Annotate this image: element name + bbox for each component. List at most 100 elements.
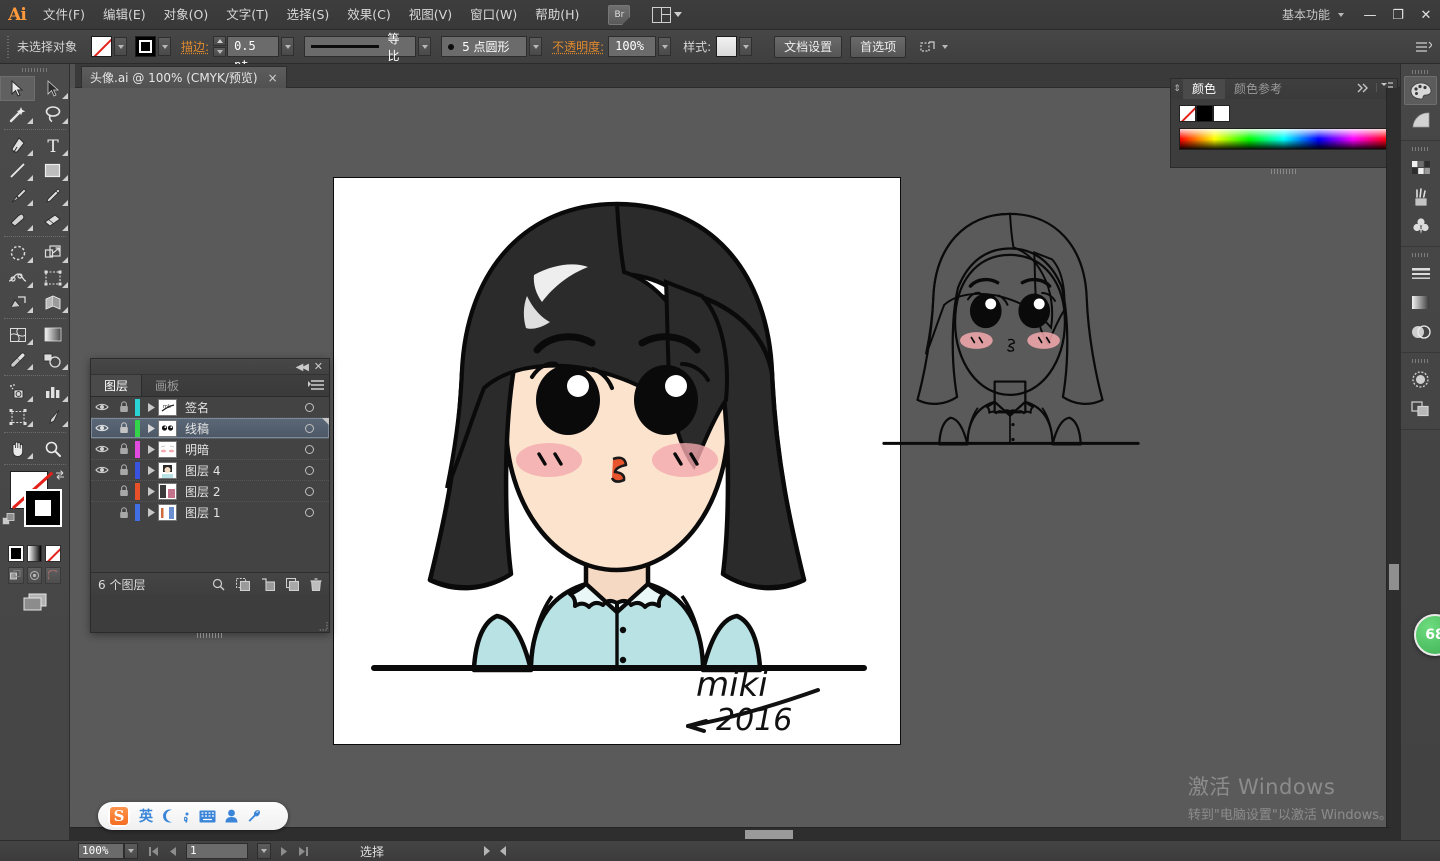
line-segment-tool[interactable] — [0, 158, 35, 183]
canvas-vertical-scrollbar[interactable] — [1386, 88, 1400, 840]
layer-lock-toggle[interactable] — [113, 443, 135, 455]
gradient-tool[interactable] — [35, 322, 70, 347]
black-swatch[interactable] — [1196, 105, 1213, 122]
user-icon[interactable] — [225, 809, 238, 823]
graphic-styles-panel-icon[interactable] — [1401, 394, 1440, 423]
swatches-panel-icon[interactable] — [1401, 153, 1440, 182]
menu-object[interactable]: 对象(O) — [155, 0, 218, 30]
type-tool[interactable]: T — [35, 133, 70, 158]
color-panel-icon[interactable] — [1404, 76, 1437, 105]
control-bar-grip[interactable] — [6, 35, 11, 58]
pencil-tool[interactable] — [35, 183, 70, 208]
layer-row-1[interactable]: 图层 1 — [91, 502, 329, 523]
status-expand-icon[interactable] — [484, 846, 490, 856]
menu-help[interactable]: 帮助(H) — [526, 0, 588, 30]
arrange-documents-button[interactable] — [652, 6, 683, 23]
ime-mode-label[interactable]: 英 — [139, 806, 153, 826]
fill-swatch[interactable] — [91, 36, 113, 57]
stroke-weight-dropdown-button[interactable] — [281, 37, 295, 56]
document-setup-button[interactable]: 文档设置 — [774, 35, 843, 58]
layer-name[interactable]: 图层 4 — [185, 462, 289, 479]
next-artboard-icon[interactable] — [280, 846, 289, 857]
layer-row-lineart[interactable]: 线稿 — [91, 418, 329, 439]
paintbrush-tool[interactable] — [0, 183, 35, 208]
width-tool[interactable] — [0, 265, 35, 290]
color-spectrum-ramp[interactable] — [1179, 128, 1389, 150]
artboard-dropdown-button[interactable] — [257, 843, 271, 859]
artboard-tool[interactable] — [0, 404, 35, 429]
layer-name[interactable]: 图层 1 — [185, 504, 289, 521]
document-tab-close-icon[interactable]: × — [268, 71, 278, 85]
menu-type[interactable]: 文字(T) — [217, 0, 277, 30]
layer-lock-toggle[interactable] — [113, 485, 135, 497]
tab-color-guide[interactable]: 颜色参考 — [1225, 79, 1291, 99]
stroke-weight-input[interactable]: 0.5 pt — [227, 36, 280, 72]
vertical-scroll-thumb[interactable] — [1389, 564, 1399, 590]
sogou-logo-icon[interactable]: S — [108, 805, 130, 827]
layer-target-circle[interactable] — [289, 486, 329, 496]
zoom-dropdown-button[interactable] — [124, 843, 138, 859]
graphic-style-swatch[interactable] — [716, 36, 738, 57]
restore-button[interactable]: ❐ — [1384, 0, 1412, 30]
mesh-tool[interactable] — [0, 322, 35, 347]
rectangle-tool[interactable] — [35, 158, 70, 183]
menu-window[interactable]: 窗口(W) — [461, 0, 526, 30]
sogou-ime-toolbar[interactable]: S 英 — [98, 802, 288, 830]
artboard-number-input[interactable]: 1 — [186, 843, 248, 859]
menu-edit[interactable]: 编辑(E) — [94, 0, 155, 30]
control-bar-menu-icon[interactable] — [1416, 40, 1432, 54]
create-sublayer-icon[interactable] — [261, 577, 275, 591]
stroke-swatch[interactable] — [135, 36, 157, 57]
layers-list[interactable]: mk 签名 线稿 明暗 图层 4 图层 2 图层 1 — [91, 397, 329, 573]
layer-target-circle[interactable] — [289, 444, 329, 454]
symbols-panel-icon[interactable] — [1401, 211, 1440, 240]
dock-group-grip[interactable] — [1401, 356, 1440, 365]
last-artboard-icon[interactable] — [298, 846, 309, 857]
tab-color[interactable]: 颜色 — [1183, 79, 1226, 99]
layer-visibility-toggle[interactable] — [91, 402, 113, 412]
transparency-panel-icon[interactable] — [1401, 317, 1440, 346]
draw-behind-button[interactable] — [26, 567, 43, 584]
menu-file[interactable]: 文件(F) — [34, 0, 94, 30]
expand-panel-icon[interactable] — [1357, 83, 1370, 93]
layer-lock-toggle[interactable] — [113, 401, 135, 413]
default-fill-stroke-icon[interactable] — [2, 513, 16, 527]
hand-tool[interactable] — [0, 436, 35, 461]
opacity-input[interactable]: 100% — [608, 36, 657, 57]
bridge-launch-icon[interactable]: Br — [608, 4, 631, 25]
current-tool-label[interactable]: 选择 — [360, 843, 384, 860]
dock-group-grip[interactable] — [1401, 144, 1440, 153]
color-panel-bottom-grip[interactable] — [1271, 169, 1297, 174]
layer-visibility-toggle[interactable] — [91, 465, 113, 475]
menu-view[interactable]: 视图(V) — [400, 0, 461, 30]
make-clipping-mask-icon[interactable] — [236, 577, 250, 591]
layer-name[interactable]: 图层 2 — [185, 483, 289, 500]
eraser-tool[interactable] — [35, 208, 70, 233]
chevron-down-icon[interactable] — [942, 44, 949, 49]
minimize-button[interactable]: — — [1356, 0, 1384, 30]
fill-dropdown-button[interactable] — [114, 37, 128, 56]
previous-artboard-icon[interactable] — [168, 846, 177, 857]
semicolon-icon[interactable] — [184, 809, 190, 823]
style-dropdown-button[interactable] — [739, 37, 753, 56]
stroke-weight-stepper[interactable] — [213, 36, 227, 57]
layer-target-circle[interactable] — [289, 508, 329, 517]
layer-row-shading[interactable]: 明暗 — [91, 439, 329, 460]
layer-lock-toggle[interactable] — [113, 506, 135, 519]
stroke-profile-dropdown-button[interactable] — [418, 37, 432, 56]
selection-tool[interactable] — [0, 76, 35, 101]
shape-builder-tool[interactable] — [0, 290, 35, 315]
stroke-profile-combo[interactable]: 等比 — [304, 32, 417, 63]
color-mode-button[interactable] — [8, 545, 24, 562]
layer-expand-triangle[interactable] — [145, 402, 158, 412]
none-mode-button[interactable] — [45, 545, 62, 562]
magic-wand-tool[interactable] — [0, 101, 35, 126]
collapse-panel-icon[interactable]: ◀◀ — [296, 362, 309, 373]
white-swatch[interactable] — [1213, 105, 1230, 122]
first-artboard-icon[interactable] — [148, 846, 159, 857]
panel-resize-grip[interactable] — [318, 621, 328, 631]
layers-panel-menu-icon[interactable] — [308, 379, 325, 392]
close-button[interactable]: ✕ — [1412, 0, 1440, 30]
layer-row-4[interactable]: 图层 4 — [91, 460, 329, 481]
wrench-icon[interactable] — [247, 809, 261, 823]
